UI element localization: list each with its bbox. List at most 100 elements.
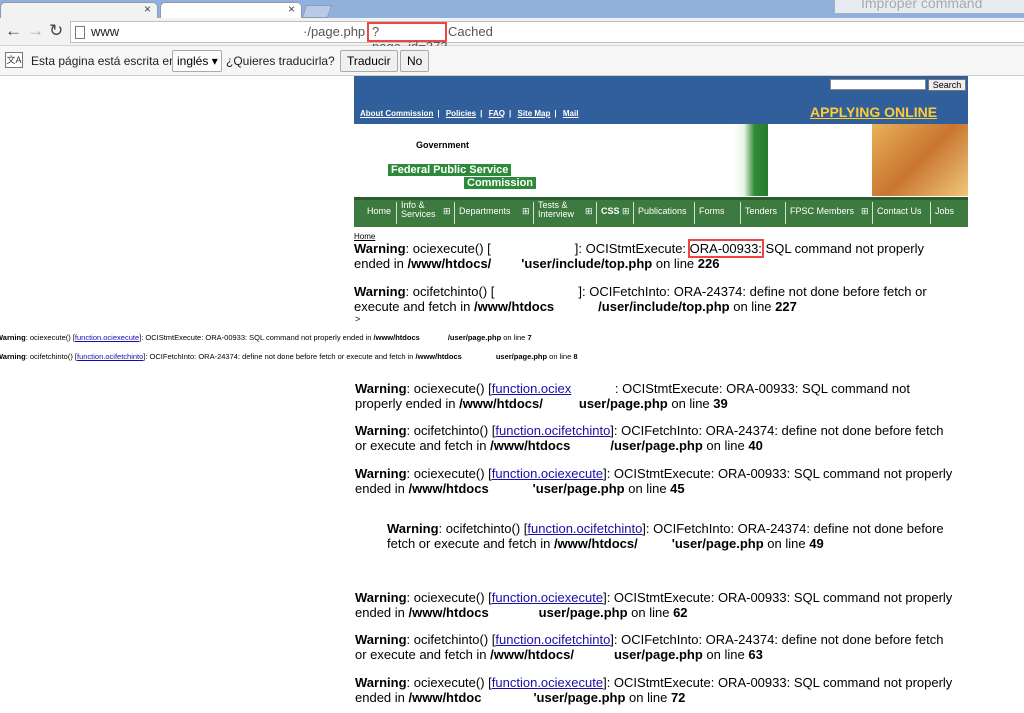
function-link[interactable]: function.ocifetchinto <box>527 521 642 536</box>
warning-line: 72 <box>670 690 686 705</box>
link-separator: | <box>480 109 483 118</box>
forward-arrow-icon[interactable]: → <box>27 21 44 41</box>
nav-forms[interactable]: Forms <box>699 206 725 216</box>
warning-message: ]: OCIStmtExecute: ORA-00933: SQL comman… <box>139 333 374 342</box>
nav-fpsc-members[interactable]: FPSC Members <box>790 206 854 216</box>
warning-file: /user/include/top.php <box>598 299 730 314</box>
function-link[interactable]: function.ociexecute <box>492 466 603 481</box>
site-nav: Home Info & Services ⊞ Departments ⊞ Tes… <box>354 197 968 227</box>
breadcrumb[interactable]: Home <box>354 232 375 241</box>
link-about[interactable]: About Commission <box>360 109 433 118</box>
page-icon <box>75 26 85 39</box>
warning-label: Warning <box>354 284 406 299</box>
warning-line: 7 <box>527 333 532 342</box>
warning-label: Warning <box>355 423 407 438</box>
nav-publications[interactable]: Publications <box>638 206 687 216</box>
plus-icon: ⊞ <box>522 206 530 216</box>
background-window: Improper command <box>834 0 1024 14</box>
nav-home[interactable]: Home <box>367 206 391 216</box>
warning-file: /www/htdocs <box>408 605 489 620</box>
nav-tenders[interactable]: Tenders <box>745 206 777 216</box>
nav-jobs[interactable]: Jobs <box>935 206 954 216</box>
warning-file: /www/htdocs/ <box>553 536 638 551</box>
applying-online-link[interactable]: APPLYING ONLINE <box>810 104 937 120</box>
warning-file: /www/htdocs <box>473 299 555 314</box>
search-input[interactable] <box>830 79 926 90</box>
warning-line: 39 <box>713 396 728 411</box>
nav-tests-interview[interactable]: Tests & Interview <box>538 201 582 219</box>
government-label: Government <box>416 140 470 150</box>
warning-func: : ociexecute() [ <box>406 381 492 396</box>
nav-departments[interactable]: Departments <box>459 206 511 216</box>
link-mail[interactable]: Mail <box>563 109 579 118</box>
function-link[interactable]: function.ocifetchinto <box>495 632 610 647</box>
warning-func: : ociexecute() [ <box>406 675 492 690</box>
warning-label: Warning <box>355 381 407 396</box>
site-top-bar: Search About Commission | Policies | FAQ | … <box>354 76 968 124</box>
function-link[interactable]: function.ocifetchinto <box>495 423 610 438</box>
function-link[interactable]: function.ociexecute <box>492 675 603 690</box>
browser-toolbar: ← → ↻ www ·/page.php ?page_id=373 Cached <box>0 18 1024 54</box>
no-button[interactable]: No <box>400 50 430 72</box>
nav-divider <box>740 202 741 224</box>
warning-file: /www/htdocs/ <box>459 396 543 411</box>
url-host: www <box>91 24 120 39</box>
link-sitemap[interactable]: Site Map <box>518 109 551 118</box>
warning-on: on line <box>501 333 528 342</box>
translate-bar: 文A Esta página está escrita en inglés ▾ … <box>0 46 1024 76</box>
function-link[interactable]: function.ocifetchinto <box>77 352 143 361</box>
warning-on: on line <box>627 605 674 620</box>
nav-info-services[interactable]: Info & Services <box>401 201 441 219</box>
warning-file: user/page.php <box>495 352 548 361</box>
new-tab-button[interactable] <box>301 5 333 18</box>
warning-func: : ociexecute() [ <box>406 466 492 481</box>
warning-line: 8 <box>573 352 578 361</box>
translate-button[interactable]: Traducir <box>340 50 398 72</box>
url-path: ·/page.php <box>303 24 366 39</box>
function-link[interactable]: function.ociexecute <box>75 333 139 342</box>
warning-label: Warning <box>355 675 407 690</box>
nav-divider <box>633 202 634 224</box>
back-arrow-icon[interactable]: ← <box>5 21 22 41</box>
warning-line: 40 <box>748 438 763 453</box>
function-link[interactable]: function.ociex <box>492 381 572 396</box>
warning-func: : ocifetchinto() [ <box>406 632 496 647</box>
warning-file: /www/htdocs <box>373 333 420 342</box>
function-link[interactable]: function.ociexecute <box>492 590 603 605</box>
warning-line: 227 <box>775 299 797 314</box>
address-bar[interactable]: www ·/page.php ?page_id=373 Cached <box>70 21 1024 54</box>
language-select[interactable]: inglés ▾ <box>172 50 222 72</box>
tab-strip: × × Improper command <box>0 0 1024 18</box>
link-faq[interactable]: FAQ <box>489 109 505 118</box>
warning-file: /www/htdocs <box>415 352 462 361</box>
tab-active[interactable]: × <box>0 2 158 18</box>
fpsc-logo-line1: Federal Public Service <box>388 164 512 176</box>
close-icon[interactable]: × <box>144 2 151 16</box>
warning-func: : ocifetchinto() [ <box>406 423 496 438</box>
search-button[interactable]: Search <box>928 79 966 91</box>
warning-source: ]: OCIStmtExecute: <box>574 241 690 256</box>
warning-file: 'user/include/top.php <box>521 256 653 271</box>
url-tail: Cached <box>448 24 493 39</box>
warning-file: /user/page.php <box>447 333 502 342</box>
warning-on: on line <box>702 647 749 662</box>
warning-file: /user/page.php <box>610 438 703 453</box>
link-policies[interactable]: Policies <box>446 109 476 118</box>
warning-func: : ocifetchinto() [ <box>405 284 495 299</box>
warning-on: on line <box>702 438 749 453</box>
warning-file: /www/htdocs/ <box>407 256 492 271</box>
php-warning: Warning: ocifetchinto() [function.ocifet… <box>355 423 955 453</box>
close-icon[interactable]: × <box>288 2 295 16</box>
warning-file: user/page.php <box>578 396 668 411</box>
error-code-highlight: ORA-00933: <box>687 239 764 258</box>
nav-contact-us[interactable]: Contact Us <box>877 206 922 216</box>
nav-css[interactable]: CSS <box>601 206 620 216</box>
background-window-title: Improper command <box>861 0 983 11</box>
warning-file: 'user/page.php <box>533 690 626 705</box>
warning-func: : ociexecute() [ <box>406 590 492 605</box>
tab-second[interactable]: × <box>160 2 302 18</box>
reload-icon[interactable]: ↻ <box>49 21 63 41</box>
warning-label: Warning <box>355 632 407 647</box>
translate-prefix: Esta página está escrita en <box>31 54 176 68</box>
link-separator: | <box>554 109 557 118</box>
